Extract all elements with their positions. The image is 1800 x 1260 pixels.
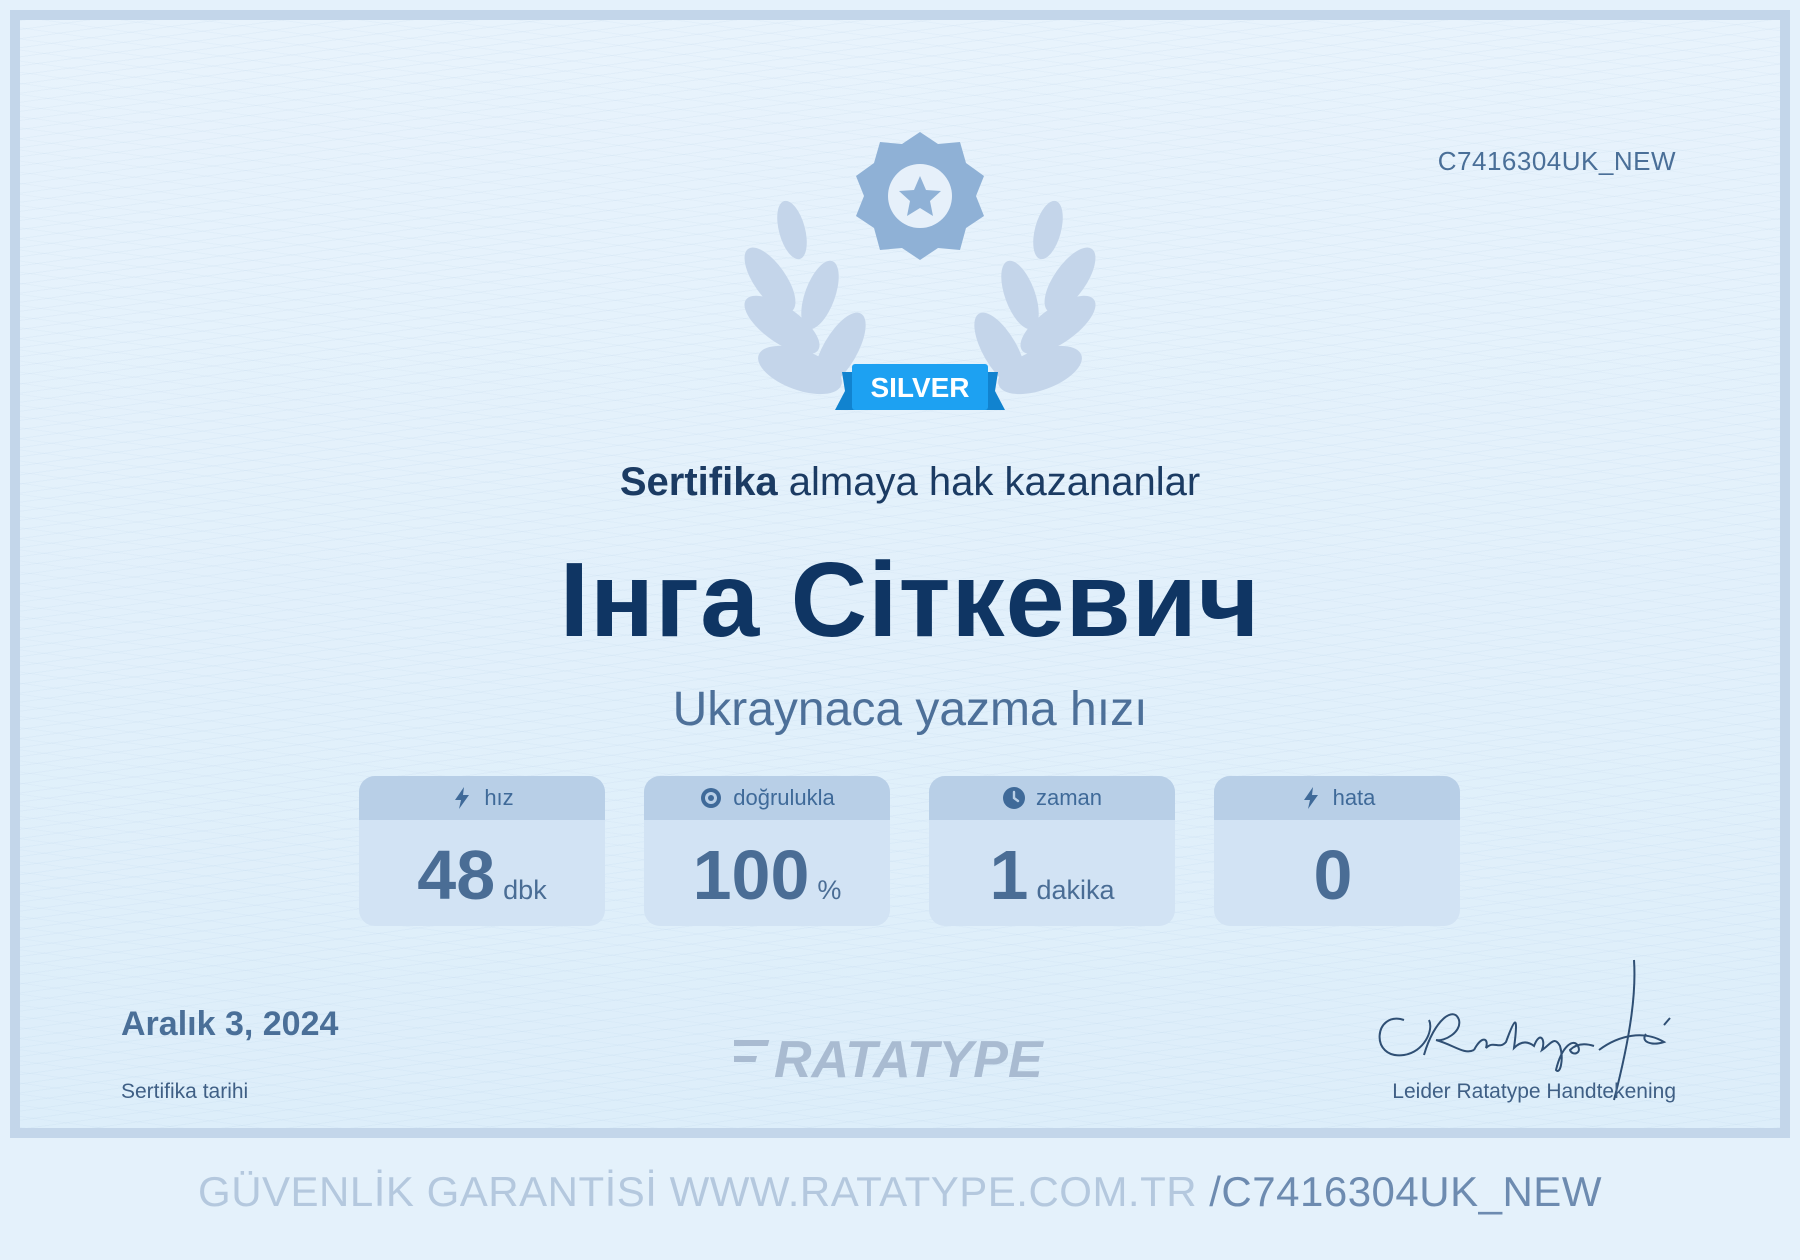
footer-prefix: GÜVENLİK GARANTİSİ WWW.RATATYPE.COM.TR — [198, 1168, 1198, 1215]
stat-time: zaman 1 dakika — [929, 776, 1175, 926]
badge-label: SILVER — [870, 372, 969, 403]
logo-text: RATATYPE — [774, 1031, 1044, 1089]
signature-label: Leider Ratatype Handtekening — [1392, 1080, 1676, 1103]
stat-value: 100 — [692, 836, 810, 914]
lightning-icon — [455, 787, 470, 809]
silver-ribbon: SILVER — [835, 364, 1005, 410]
target-icon — [701, 788, 722, 808]
date-label: Sertifika tarihi — [121, 1080, 249, 1103]
stat-value: 0 — [1313, 836, 1353, 914]
stat-label: doğrulukla — [733, 785, 835, 810]
stat-accuracy: doğrulukla 100 % — [644, 776, 890, 926]
lightning-icon — [1303, 787, 1318, 809]
stat-label: zaman — [1035, 785, 1103, 810]
stat-label: hız — [484, 785, 514, 810]
stats-row: hız 48 dbk doğrulukla 100 % zaman 1 daki… — [359, 776, 1461, 926]
stat-value: 1 — [989, 836, 1029, 914]
certificate: C7416304UK_NEW SILVER Sertifika almaya h… — [10, 10, 1790, 1138]
certificate-date: Aralık 3, 2024 — [121, 1005, 339, 1043]
award-emblem: SILVER — [744, 132, 1096, 410]
stat-unit: dakika — [1036, 875, 1115, 905]
stat-unit: dbk — [503, 875, 547, 905]
recipient-name: Інга Сіткевич — [559, 541, 1261, 659]
certificate-id: C7416304UK_NEW — [1437, 146, 1676, 176]
certificate-subtitle: Ukraynaca yazma hızı — [672, 683, 1148, 736]
stat-value: 48 — [417, 836, 496, 914]
footer-link[interactable]: /C7416304UK_NEW — [1209, 1168, 1602, 1215]
heading-rest: almaya hak kazananlar — [777, 460, 1201, 504]
stat-label: hata — [1332, 785, 1376, 810]
clock-icon — [1002, 787, 1025, 809]
seal-star-icon — [856, 132, 984, 260]
certificate-heading: Sertifika almaya hak kazananlar — [20, 460, 1800, 505]
stat-errors: hata 0 — [1214, 776, 1460, 926]
stat-speed: hız 48 dbk — [359, 776, 605, 926]
footer-verification: GÜVENLİK GARANTİSİ WWW.RATATYPE.COM.TR /… — [0, 1168, 1800, 1216]
ratatype-logo: RATATYPE — [734, 1031, 1044, 1089]
heading-bold: Sertifika — [619, 460, 778, 504]
stat-unit: % — [817, 875, 842, 905]
